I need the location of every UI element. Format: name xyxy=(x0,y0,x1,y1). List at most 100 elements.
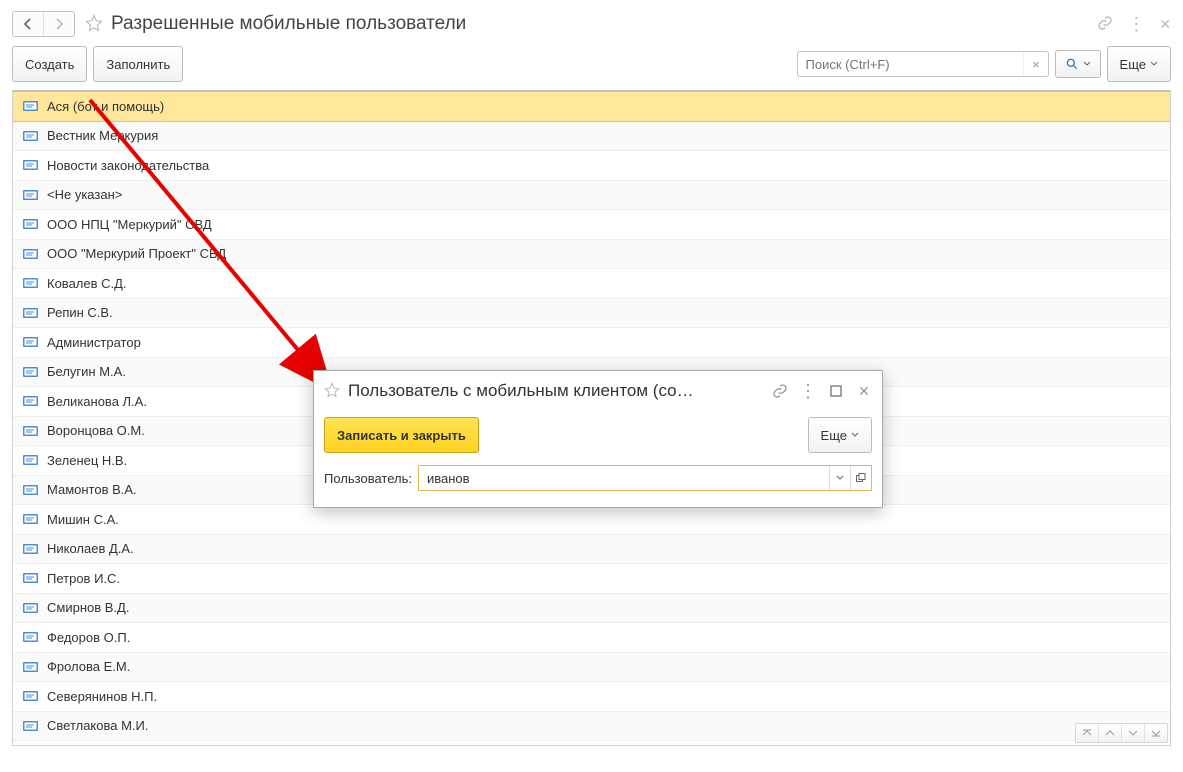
item-icon xyxy=(23,395,39,407)
dialog-title: Пользователь с мобильным клиентом (со… xyxy=(348,381,694,401)
kebab-menu-icon[interactable]: ⋮ xyxy=(1127,19,1145,29)
user-field-label: Пользователь: xyxy=(324,471,412,486)
item-icon xyxy=(23,513,39,525)
dropdown-button[interactable] xyxy=(829,466,850,490)
user-field-input[interactable] xyxy=(419,471,829,486)
list-row-label: Северянинов Н.П. xyxy=(47,689,157,704)
list-row[interactable]: ООО "Меркурий Проект" СВД xyxy=(13,240,1170,270)
item-icon xyxy=(23,336,39,348)
list-row[interactable]: Светлакова М.И. xyxy=(13,712,1170,742)
list-row[interactable]: ООО НПЦ "Меркурий" СВД xyxy=(13,210,1170,240)
item-icon xyxy=(23,277,39,289)
toolbar: Создать Заполнить × Еще xyxy=(12,46,1171,82)
item-icon xyxy=(23,484,39,496)
dialog-close-icon[interactable]: ✕ xyxy=(856,383,872,399)
item-icon xyxy=(23,130,39,142)
list-row-label: <Не указан> xyxy=(47,187,122,202)
create-button[interactable]: Создать xyxy=(12,46,87,82)
item-icon xyxy=(23,248,39,260)
dialog-link-icon[interactable] xyxy=(772,383,788,399)
item-icon xyxy=(23,307,39,319)
list-row-label: Мишин С.А. xyxy=(47,512,119,527)
list-row[interactable]: Мишин С.А. xyxy=(13,505,1170,535)
item-icon xyxy=(23,572,39,584)
dialog-favorite-star-icon[interactable] xyxy=(324,382,340,401)
item-icon xyxy=(23,661,39,673)
favorite-star-icon[interactable] xyxy=(85,14,103,35)
list-row-label: Ася (бот и помощь) xyxy=(47,99,164,114)
nav-group xyxy=(12,11,75,37)
list-row-label: Репин С.В. xyxy=(47,305,113,320)
close-icon[interactable]: ✕ xyxy=(1159,16,1171,33)
list-nav-down[interactable] xyxy=(1121,724,1144,742)
list-row-label: Великанова Л.А. xyxy=(47,394,147,409)
item-icon xyxy=(23,720,39,732)
list-row-label: Ковалев С.Д. xyxy=(47,276,127,291)
item-icon xyxy=(23,602,39,614)
save-and-close-button[interactable]: Записать и закрыть xyxy=(324,417,479,453)
dialog-more-button[interactable]: Еще xyxy=(808,417,872,453)
list-row-label: Администратор xyxy=(47,335,141,350)
user-field-row: Пользователь: xyxy=(324,465,872,491)
item-icon xyxy=(23,543,39,555)
list-row-label: Новости законодательства xyxy=(47,158,209,173)
list-row-label: Белугин М.А. xyxy=(47,364,126,379)
item-icon xyxy=(23,631,39,643)
item-icon xyxy=(23,189,39,201)
list-row[interactable]: Новости законодательства xyxy=(13,151,1170,181)
list-row[interactable]: Смирнов В.Д. xyxy=(13,594,1170,624)
list-nav-up[interactable] xyxy=(1098,724,1121,742)
list-row[interactable]: Ася (бот и помощь) xyxy=(13,91,1170,122)
list-row-label: Федоров О.П. xyxy=(47,630,130,645)
list-row-label: Зеленец Н.В. xyxy=(47,453,127,468)
list-row-label: Мамонтов В.А. xyxy=(47,482,137,497)
list-row-label: Светлакова М.И. xyxy=(47,718,149,733)
list-row-label: ООО "Меркурий Проект" СВД xyxy=(47,246,226,261)
item-icon xyxy=(23,690,39,702)
item-icon xyxy=(23,218,39,230)
open-button[interactable] xyxy=(850,466,871,490)
list-row[interactable]: Петров И.С. xyxy=(13,564,1170,594)
list-row-label: Вестник Меркурия xyxy=(47,128,158,143)
titlebar: Разрешенные мобильные пользователи ⋮ ✕ xyxy=(12,10,1171,38)
list-row[interactable]: Фролова Е.М. xyxy=(13,653,1170,683)
list-nav-bottom[interactable] xyxy=(1144,724,1167,742)
list-row[interactable]: Северянинов Н.П. xyxy=(13,682,1170,712)
forward-button[interactable] xyxy=(44,12,74,36)
dialog-toolbar: Записать и закрыть Еще xyxy=(314,411,882,459)
list-row-label: ООО НПЦ "Меркурий" СВД xyxy=(47,217,212,232)
list-row-label: Петров И.С. xyxy=(47,571,120,586)
dialog-kebab-menu-icon[interactable]: ⋮ xyxy=(800,383,816,399)
list-row-label: Смирнов В.Д. xyxy=(47,600,129,615)
list-row[interactable]: Федоров О.П. xyxy=(13,623,1170,653)
list-nav-footer xyxy=(1075,723,1168,743)
list-nav-top[interactable] xyxy=(1076,724,1098,742)
link-icon[interactable] xyxy=(1097,15,1113,34)
page-title: Разрешенные мобильные пользователи xyxy=(111,13,466,35)
item-icon xyxy=(23,425,39,437)
dialog-maximize-icon[interactable] xyxy=(828,383,844,399)
user-field-input-wrap xyxy=(418,465,872,491)
back-button[interactable] xyxy=(13,12,44,36)
list-row[interactable]: <Не указан> xyxy=(13,181,1170,211)
fill-button[interactable]: Заполнить xyxy=(93,46,183,82)
list-row[interactable]: Администратор xyxy=(13,328,1170,358)
list-row-label: Воронцова О.М. xyxy=(47,423,145,438)
dialog-body: Пользователь: xyxy=(314,459,882,507)
user-dialog: Пользователь с мобильным клиентом (со… ⋮… xyxy=(313,370,883,508)
search-button[interactable] xyxy=(1055,50,1101,78)
item-icon xyxy=(23,100,39,112)
item-icon xyxy=(23,366,39,378)
dialog-titlebar: Пользователь с мобильным клиентом (со… ⋮… xyxy=(314,371,882,411)
main-window: Разрешенные мобильные пользователи ⋮ ✕ С… xyxy=(0,0,1183,772)
more-button[interactable]: Еще xyxy=(1107,46,1171,82)
search-input[interactable] xyxy=(798,57,1023,72)
list-row[interactable]: Николаев Д.А. xyxy=(13,535,1170,565)
list-row-label: Николаев Д.А. xyxy=(47,541,134,556)
list-row[interactable]: Репин С.В. xyxy=(13,299,1170,329)
list-row[interactable]: Вестник Меркурия xyxy=(13,122,1170,152)
search-clear-button[interactable]: × xyxy=(1023,52,1048,76)
search-box[interactable]: × xyxy=(797,51,1049,77)
list-row[interactable]: Ковалев С.Д. xyxy=(13,269,1170,299)
list-row-label: Фролова Е.М. xyxy=(47,659,130,674)
